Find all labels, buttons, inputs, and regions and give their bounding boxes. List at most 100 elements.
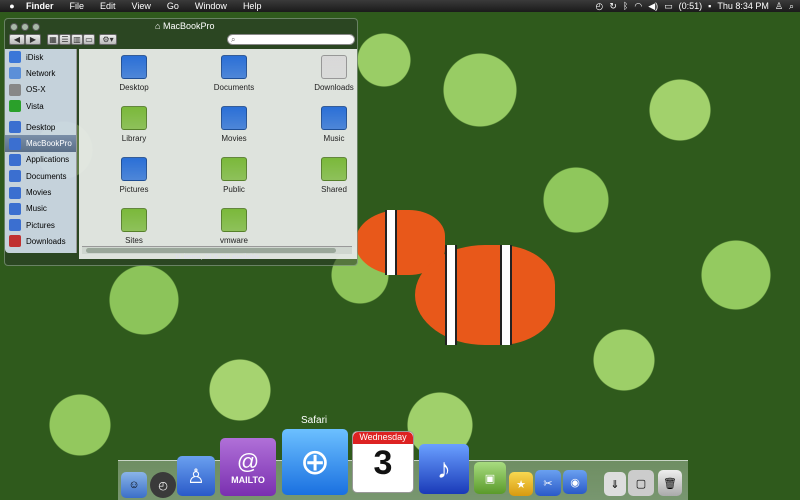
sidebar-item-downloads[interactable]: Downloads [5, 233, 76, 249]
window-title-text: MacBookPro [162, 21, 215, 31]
menu-window[interactable]: Window [187, 1, 235, 11]
sidebar-item-label: Documents [26, 171, 67, 181]
iphoto-dock-icon[interactable]: ▣ [474, 462, 506, 494]
search-input[interactable]: ⌕ [227, 34, 355, 45]
clock[interactable]: Thu 8:34 PM [717, 1, 769, 11]
folder-documents[interactable]: Documents [189, 55, 279, 92]
title-bar[interactable]: ⌂ MacBookPro ◀ ▶ ▦ ☰ ▥ ▭ ⚙▾ ⌕ [5, 19, 357, 45]
user-icon[interactable]: ♙ [775, 1, 783, 12]
downloads-icon [9, 235, 21, 248]
trash-dock-icon[interactable]: 🗑 [658, 470, 682, 496]
downloads-stack-dock-icon[interactable]: ⇓ [604, 472, 626, 496]
forward-button[interactable]: ▶ [25, 34, 41, 45]
scroll-thumb[interactable] [86, 248, 336, 253]
folder-pictures[interactable]: Pictures [89, 157, 179, 194]
window-status: 11 items, 21.6 GB available [174, 254, 260, 261]
action-gear-button[interactable]: ⚙▾ [99, 34, 117, 45]
at-icon: @ [236, 449, 260, 474]
sidebar-item-movies[interactable]: Movies [5, 184, 76, 200]
volume-icon[interactable]: ◀) [648, 1, 658, 12]
sidebar-item-network[interactable]: Network [5, 65, 76, 81]
sidebar-item-vista[interactable]: Vista [5, 98, 76, 114]
home-folder-icon: ⌂ [155, 21, 161, 31]
list-view-button[interactable]: ☰ [59, 34, 71, 45]
mail-dock-icon[interactable]: @ MAILTO [220, 438, 276, 496]
folder-shared[interactable]: Shared [289, 157, 379, 194]
calendar-date: 3 [373, 444, 393, 482]
horizontal-scrollbar[interactable] [82, 246, 352, 254]
column-view-button[interactable]: ▥ [71, 34, 83, 45]
menu-app[interactable]: Finder [18, 1, 62, 11]
icon-view-button[interactable]: ▦ [47, 34, 59, 45]
safari-dock-icon[interactable]: ⊕ [282, 429, 348, 495]
file-grid: Desktop Documents Downloads Library Movies Mu… [79, 49, 357, 257]
documents-folder-icon [221, 55, 247, 79]
utilities-dock-icon[interactable]: ✂ [535, 470, 561, 496]
sync-icon[interactable]: ↻ [609, 1, 617, 12]
folder-label: Sites [125, 236, 143, 245]
addressbook-dock-icon[interactable]: ♙ [177, 456, 215, 496]
sidebar-item-desktop[interactable]: Desktop [5, 119, 76, 135]
coverflow-view-button[interactable]: ▭ [83, 34, 95, 45]
movies-icon [9, 186, 21, 199]
system-prefs-dock-icon[interactable]: ▢ [628, 470, 654, 496]
itunes-dock-icon[interactable]: ♪ [419, 444, 469, 494]
sites-folder-icon [121, 208, 147, 232]
menu-edit[interactable]: Edit [92, 1, 124, 11]
back-button[interactable]: ◀ [9, 34, 25, 45]
finder-dock-icon[interactable]: ☺ [121, 472, 147, 498]
idisk-icon [9, 51, 21, 64]
network-icon [9, 67, 21, 80]
close-button[interactable] [10, 23, 18, 31]
folder-public[interactable]: Public [189, 157, 279, 194]
sidebar-item-macbookpro[interactable]: MacBookPro [5, 135, 76, 152]
sidebar-item-idisk[interactable]: iDisk [5, 49, 76, 65]
favorites-dock-icon[interactable]: ★ [509, 472, 533, 496]
folder-label: Library [121, 134, 147, 143]
macbookpro-icon [9, 137, 21, 150]
menu-file[interactable]: File [62, 1, 93, 11]
music-folder-icon [321, 106, 347, 130]
folder-label: Desktop [119, 83, 149, 92]
folder-desktop[interactable]: Desktop [89, 55, 179, 92]
folder-label: Movies [221, 134, 247, 143]
menubar: ● Finder File Edit View Go Window Help ◴… [0, 0, 800, 12]
folder-sites[interactable]: Sites [89, 208, 179, 245]
zoom-button[interactable] [32, 23, 40, 31]
timemachine-icon[interactable]: ◴ [596, 1, 604, 12]
folder-library[interactable]: Library [89, 106, 179, 143]
sidebar-item-label: MacBookPro [26, 139, 72, 149]
minimize-button[interactable] [21, 23, 29, 31]
wifi-icon[interactable]: ◠ [634, 1, 642, 12]
sidebar-item-label: Vista [26, 101, 44, 111]
battery-icon[interactable]: ▭ [664, 1, 673, 12]
clownfish-lower [415, 245, 555, 345]
sidebar-item-music[interactable]: Music [5, 201, 76, 217]
vmware-folder-icon [221, 208, 247, 232]
apple-menu-icon[interactable]: ● [6, 1, 18, 11]
dashboard-dock-icon[interactable]: ◴ [150, 472, 176, 498]
sidebar: iDisk Network OS-X Vista Desktop MacBookPro Ap… [5, 49, 77, 253]
folder-vmware[interactable]: vmware [189, 208, 279, 245]
desktop-icon [9, 121, 21, 134]
folder-downloads[interactable]: Downloads [289, 55, 379, 92]
sidebar-item-os-x[interactable]: OS-X [5, 82, 76, 98]
window-title: ⌂ MacBookPro [155, 21, 214, 31]
folder-movies[interactable]: Movies [189, 106, 279, 143]
flag-icon[interactable]: ▪ [708, 1, 711, 11]
menu-view[interactable]: View [124, 1, 159, 11]
sidebar-item-pictures[interactable]: Pictures [5, 217, 76, 233]
spotlight-icon[interactable]: ⌕ [789, 1, 794, 12]
photobooth-dock-icon[interactable]: ◉ [563, 470, 587, 494]
folder-label: vmware [219, 236, 248, 245]
menu-help[interactable]: Help [235, 1, 270, 11]
bluetooth-icon[interactable]: ᛒ [623, 1, 628, 11]
folder-music[interactable]: Music [289, 106, 379, 143]
shared-folder-icon [321, 157, 347, 181]
ical-dock-icon[interactable]: Wednesday 3 [352, 431, 414, 493]
battery-time[interactable]: (0:51) [679, 1, 703, 11]
documents-icon [9, 170, 21, 183]
menu-go[interactable]: Go [159, 1, 187, 11]
sidebar-item-applications[interactable]: Applications [5, 152, 76, 168]
sidebar-item-documents[interactable]: Documents [5, 168, 76, 184]
